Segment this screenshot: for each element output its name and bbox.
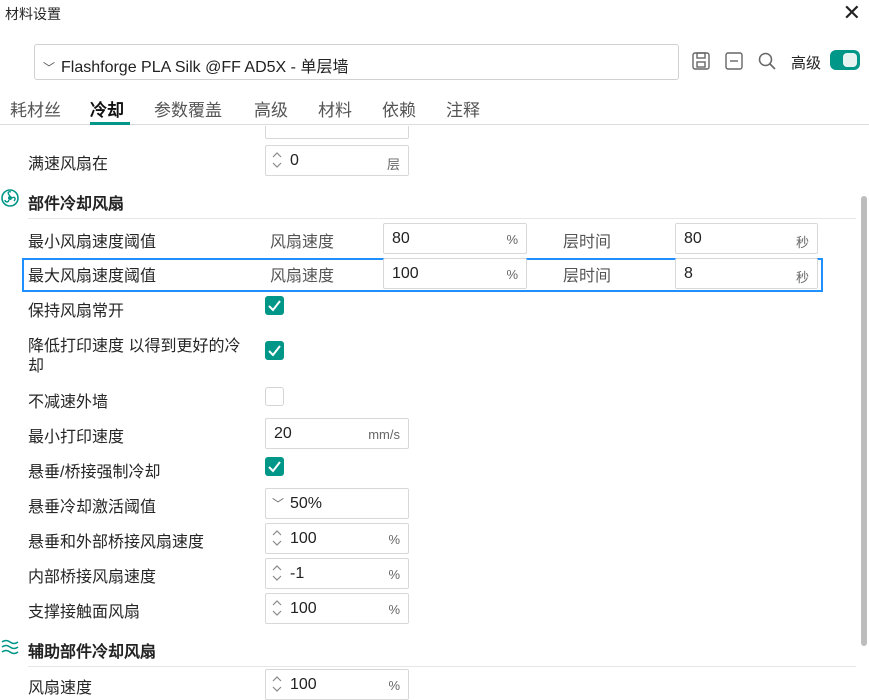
spinner-icon[interactable] (270, 149, 284, 171)
slow-down-cooling-label-line1: 降低打印速度 以得到更好的冷 (28, 338, 241, 355)
scrollbar[interactable] (861, 196, 867, 646)
check-icon (268, 300, 281, 312)
no-slow-outer-wall-label: 不减速外墙 (28, 394, 109, 411)
max-fan-speed-value: 100 (392, 265, 419, 282)
aux-fan-speed-label: 风扇速度 (28, 680, 93, 697)
max-layer-time-input[interactable]: 8 秒 (675, 258, 818, 289)
max-fan-speed-input[interactable]: 100 % (383, 258, 527, 289)
slow-down-cooling-checkbox[interactable] (265, 341, 284, 360)
overhang-bridge-fan-unit: % (388, 532, 400, 547)
min-print-speed-label: 最小打印速度 (28, 429, 125, 446)
min-fan-speed-value: 80 (392, 230, 410, 247)
max-fan-speed-label: 风扇速度 (270, 268, 335, 285)
overhang-force-cooling-label: 悬垂/桥接强制冷却 (28, 464, 161, 481)
section-part-cooling-fan: 部件冷却风扇 (28, 196, 125, 213)
min-print-speed-input[interactable]: 20 mm/s (265, 418, 409, 449)
aux-fan-speed-unit: % (388, 678, 400, 693)
no-slow-outer-wall-checkbox[interactable] (265, 387, 284, 406)
check-icon (268, 345, 281, 357)
full-fan-at-value: 0 (290, 152, 299, 169)
close-icon[interactable]: ✕ (843, 1, 861, 25)
active-tab-indicator (90, 122, 130, 125)
min-layer-time-label: 层时间 (563, 234, 612, 251)
support-interface-fan-input[interactable]: 100 % (265, 593, 409, 624)
max-fan-threshold-label: 最大风扇速度阈值 (28, 268, 157, 285)
full-fan-at-input[interactable]: 0 层 (265, 145, 409, 176)
keep-fan-on-checkbox[interactable] (265, 296, 284, 315)
spinner-icon[interactable] (270, 673, 284, 695)
toggle-knob (843, 53, 857, 67)
search-icon[interactable] (756, 50, 778, 72)
window-title: 材料设置 (5, 6, 61, 22)
tab-notes[interactable]: 注释 (446, 96, 480, 121)
overhang-bridge-fan-input[interactable]: 100 % (265, 523, 409, 554)
spinner-icon[interactable] (270, 527, 284, 549)
min-fan-threshold-label: 最小风扇速度阈值 (28, 234, 157, 251)
tab-overrides[interactable]: 参数覆盖 (154, 96, 222, 121)
slow-down-cooling-label-line2: 却 (28, 358, 45, 375)
max-fan-speed-unit: % (506, 267, 518, 282)
support-interface-fan-unit: % (388, 602, 400, 617)
min-layer-time-unit: 秒 (795, 235, 809, 250)
min-fan-speed-label: 风扇速度 (270, 234, 335, 251)
aux-fan-speed-value: 100 (290, 676, 317, 693)
preset-name: Flashforge PLA Silk @FF AD5X - 单层墙 (61, 59, 349, 76)
check-icon (268, 461, 281, 473)
overhang-bridge-fan-value: 100 (290, 530, 317, 547)
tab-filament[interactable]: 耗材丝 (10, 96, 61, 121)
advanced-label: 高级 (791, 55, 822, 72)
overhang-threshold-label: 悬垂冷却激活阈值 (28, 499, 157, 516)
title-bar: 材料设置 ✕ (0, 0, 869, 28)
min-fan-speed-input[interactable]: 80 % (383, 223, 527, 254)
chevron-down-icon: ﹀ (272, 497, 285, 511)
min-print-speed-value: 20 (274, 425, 292, 442)
overhang-threshold-dropdown[interactable]: ﹀ 50% (265, 488, 409, 519)
fan-icon (1, 189, 19, 207)
full-fan-at-label: 满速风扇在 (28, 156, 109, 173)
internal-bridge-fan-value: -1 (290, 565, 305, 582)
save-icon[interactable] (690, 50, 712, 72)
min-fan-speed-unit: % (506, 232, 518, 247)
preset-dropdown[interactable]: ﹀ Flashforge PLA Silk @FF AD5X - 单层墙 (34, 44, 679, 80)
overhang-threshold-value: 50% (290, 495, 323, 512)
chevron-down-icon: ﹀ (43, 61, 56, 75)
spinner-icon[interactable] (270, 562, 284, 584)
min-layer-time-value: 80 (684, 230, 702, 247)
aux-fan-icon (1, 639, 19, 655)
advanced-toggle[interactable] (830, 50, 860, 70)
section-aux-cooling-fan: 辅助部件冷却风扇 (28, 644, 157, 661)
aux-fan-speed-input[interactable]: 100 % (265, 669, 409, 700)
overhang-force-cooling-checkbox[interactable] (265, 457, 284, 476)
min-layer-time-input[interactable]: 80 秒 (675, 223, 818, 254)
settings-panel: 满速风扇在 0 层 部件冷却风扇 最小风扇速度阈值 风扇速度 80 % 层时间 … (0, 126, 869, 700)
tab-advanced[interactable]: 高级 (254, 96, 288, 121)
clipped-field[interactable] (265, 126, 409, 139)
max-layer-time-unit: 秒 (795, 270, 809, 285)
tab-bar: 耗材丝 冷却 参数覆盖 高级 材料 依赖 注释 (0, 96, 869, 125)
tab-cooling[interactable]: 冷却 (90, 96, 124, 121)
support-interface-fan-value: 100 (290, 600, 317, 617)
spinner-icon[interactable] (270, 597, 284, 619)
preset-row: ﹀ Flashforge PLA Silk @FF AD5X - 单层墙 高级 (0, 44, 869, 80)
max-layer-time-value: 8 (684, 265, 693, 282)
tab-dependencies[interactable]: 依赖 (382, 96, 416, 121)
support-interface-fan-label: 支撑接触面风扇 (28, 604, 141, 621)
internal-bridge-fan-label: 内部桥接风扇速度 (28, 569, 157, 586)
max-layer-time-label: 层时间 (563, 268, 612, 285)
min-print-speed-unit: mm/s (368, 427, 400, 442)
tab-material[interactable]: 材料 (318, 96, 352, 121)
section-divider (28, 666, 856, 667)
internal-bridge-fan-unit: % (388, 567, 400, 582)
keep-fan-on-label: 保持风扇常开 (28, 303, 125, 320)
overhang-bridge-fan-label: 悬垂和外部桥接风扇速度 (28, 534, 205, 551)
section-divider (28, 218, 856, 219)
delete-preset-icon[interactable] (723, 50, 745, 72)
internal-bridge-fan-input[interactable]: -1 % (265, 558, 409, 589)
full-fan-at-unit: 层 (386, 157, 400, 172)
